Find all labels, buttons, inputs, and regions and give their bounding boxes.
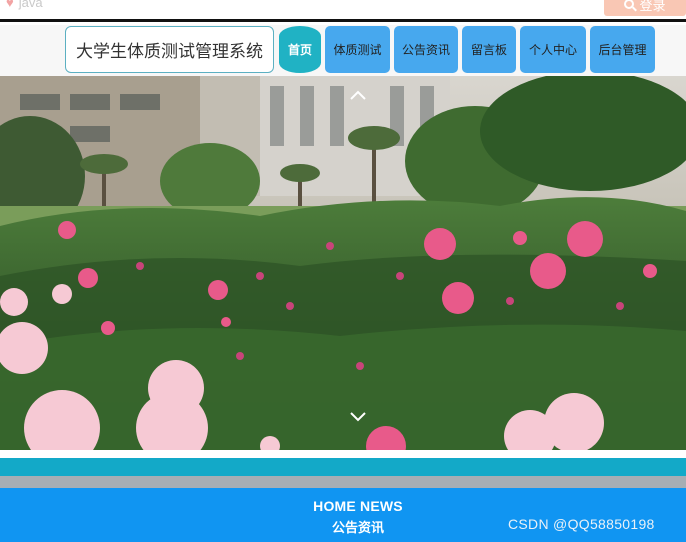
banner-carousel[interactable]: [0, 76, 686, 450]
search-input[interactable]: ♥ java: [6, 0, 43, 10]
login-button[interactable]: 登录: [604, 0, 686, 16]
watermark: CSDN @QQ58850198: [508, 516, 655, 532]
nav-message-board[interactable]: 留言板: [462, 26, 516, 73]
nav-announcements[interactable]: 公告资讯: [394, 26, 458, 73]
heart-icon: ♥: [6, 0, 14, 10]
divider: [0, 450, 686, 458]
chevron-down-icon[interactable]: [349, 410, 367, 424]
banner-image: [0, 76, 686, 450]
site-title[interactable]: 大学生体质测试管理系统: [65, 26, 274, 73]
main-nav: 首页 体质测试 公告资讯 留言板 个人中心 后台管理: [279, 26, 659, 73]
nav-personal-center[interactable]: 个人中心: [520, 26, 586, 73]
search-hint-text: java: [18, 0, 43, 10]
nav-admin[interactable]: 后台管理: [590, 26, 655, 73]
nav-home[interactable]: 首页: [279, 26, 321, 73]
header: 大学生体质测试管理系统 首页 体质测试 公告资讯 留言板 个人中心 后台管理: [0, 25, 686, 76]
top-search-bar: ♥ java 登录: [0, 0, 686, 22]
login-label: 登录: [639, 0, 666, 13]
search-icon: [624, 0, 635, 9]
page: ♥ java 登录 大学生体质测试管理系统 首页 体质测试 公告资讯 留言板 个人…: [0, 0, 686, 542]
nav-fitness-test[interactable]: 体质测试: [325, 26, 390, 73]
divider-teal: [0, 458, 686, 476]
chevron-up-icon[interactable]: [349, 88, 367, 102]
divider-gray: [0, 476, 686, 488]
news-heading-en: HOME NEWS: [313, 498, 403, 514]
